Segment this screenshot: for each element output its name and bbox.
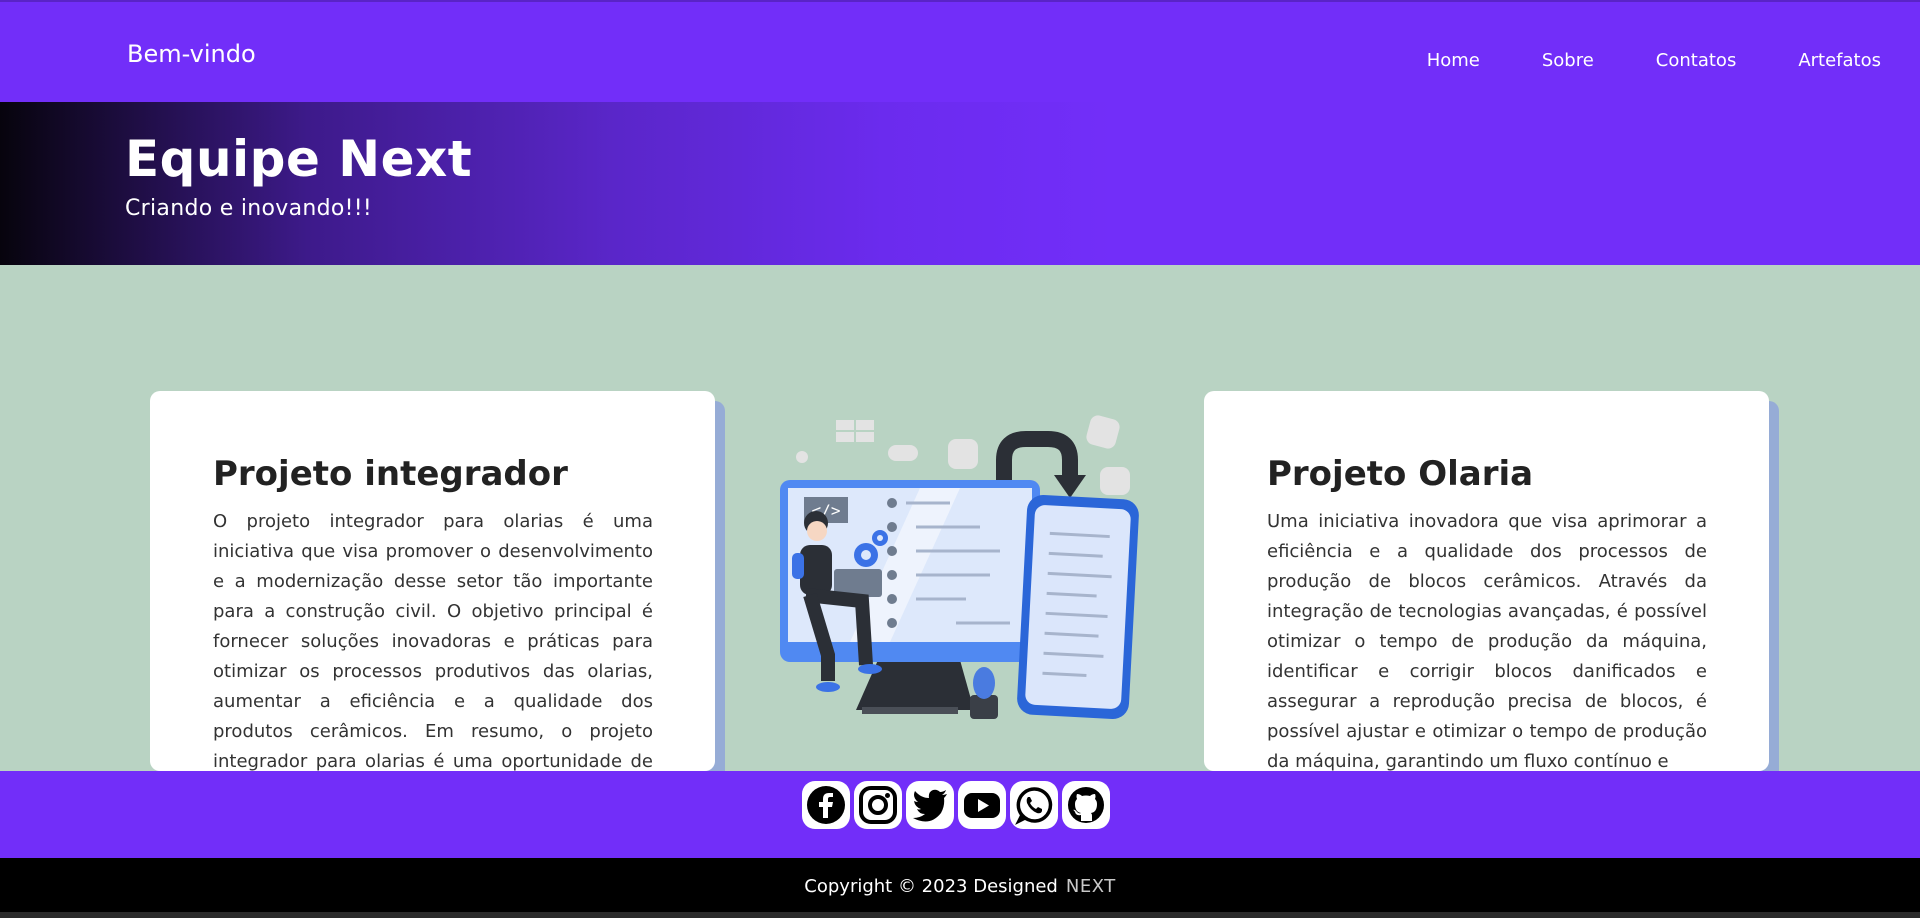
card-text: Uma iniciativa inovadora que visa aprimo… xyxy=(1267,511,1707,771)
github-icon[interactable] xyxy=(1062,781,1110,829)
nav-links: Home Sobre Contatos Artefatos xyxy=(1427,50,1881,71)
card-title: Projeto Olaria xyxy=(1267,454,1534,494)
nav-link-home[interactable]: Home xyxy=(1427,50,1480,71)
card-text: O projeto integrador para olarias é uma … xyxy=(213,511,653,771)
nav-link-sobre[interactable]: Sobre xyxy=(1542,50,1594,71)
facebook-icon[interactable] xyxy=(802,781,850,829)
navbar: Bem-vindo Home Sobre Contatos Artefatos xyxy=(0,0,1920,102)
brand-link[interactable]: Bem-vindo xyxy=(127,40,256,68)
instagram-icon[interactable] xyxy=(854,781,902,829)
social-links xyxy=(802,781,1114,829)
nav-link-artefatos[interactable]: Artefatos xyxy=(1798,50,1881,71)
developer-illustration: </> xyxy=(780,415,1139,719)
copyright-bar: Copyright © 2023 Designed NEXT xyxy=(0,858,1920,918)
card-projeto-olaria: Projeto Olaria Uma iniciativa inovadora … xyxy=(1204,391,1769,771)
social-bar xyxy=(0,771,1920,858)
copyright-brand[interactable]: NEXT xyxy=(1066,876,1116,897)
hero-banner: Equipe Next Criando e inovando!!! xyxy=(0,102,1920,265)
hero-title: Equipe Next xyxy=(125,130,473,188)
twitter-icon[interactable] xyxy=(906,781,954,829)
whatsapp-icon[interactable] xyxy=(1010,781,1058,829)
card-projeto-integrador: Projeto integrador O projeto integrador … xyxy=(150,391,715,771)
copyright-label: Copyright © 2023 Designed xyxy=(804,876,1058,897)
nav-link-contatos[interactable]: Contatos xyxy=(1656,50,1737,71)
card-title: Projeto integrador xyxy=(213,454,568,494)
hero-subtitle: Criando e inovando!!! xyxy=(125,196,373,221)
youtube-icon[interactable] xyxy=(958,781,1006,829)
copyright-text: Copyright © 2023 Designed NEXT xyxy=(0,876,1920,897)
